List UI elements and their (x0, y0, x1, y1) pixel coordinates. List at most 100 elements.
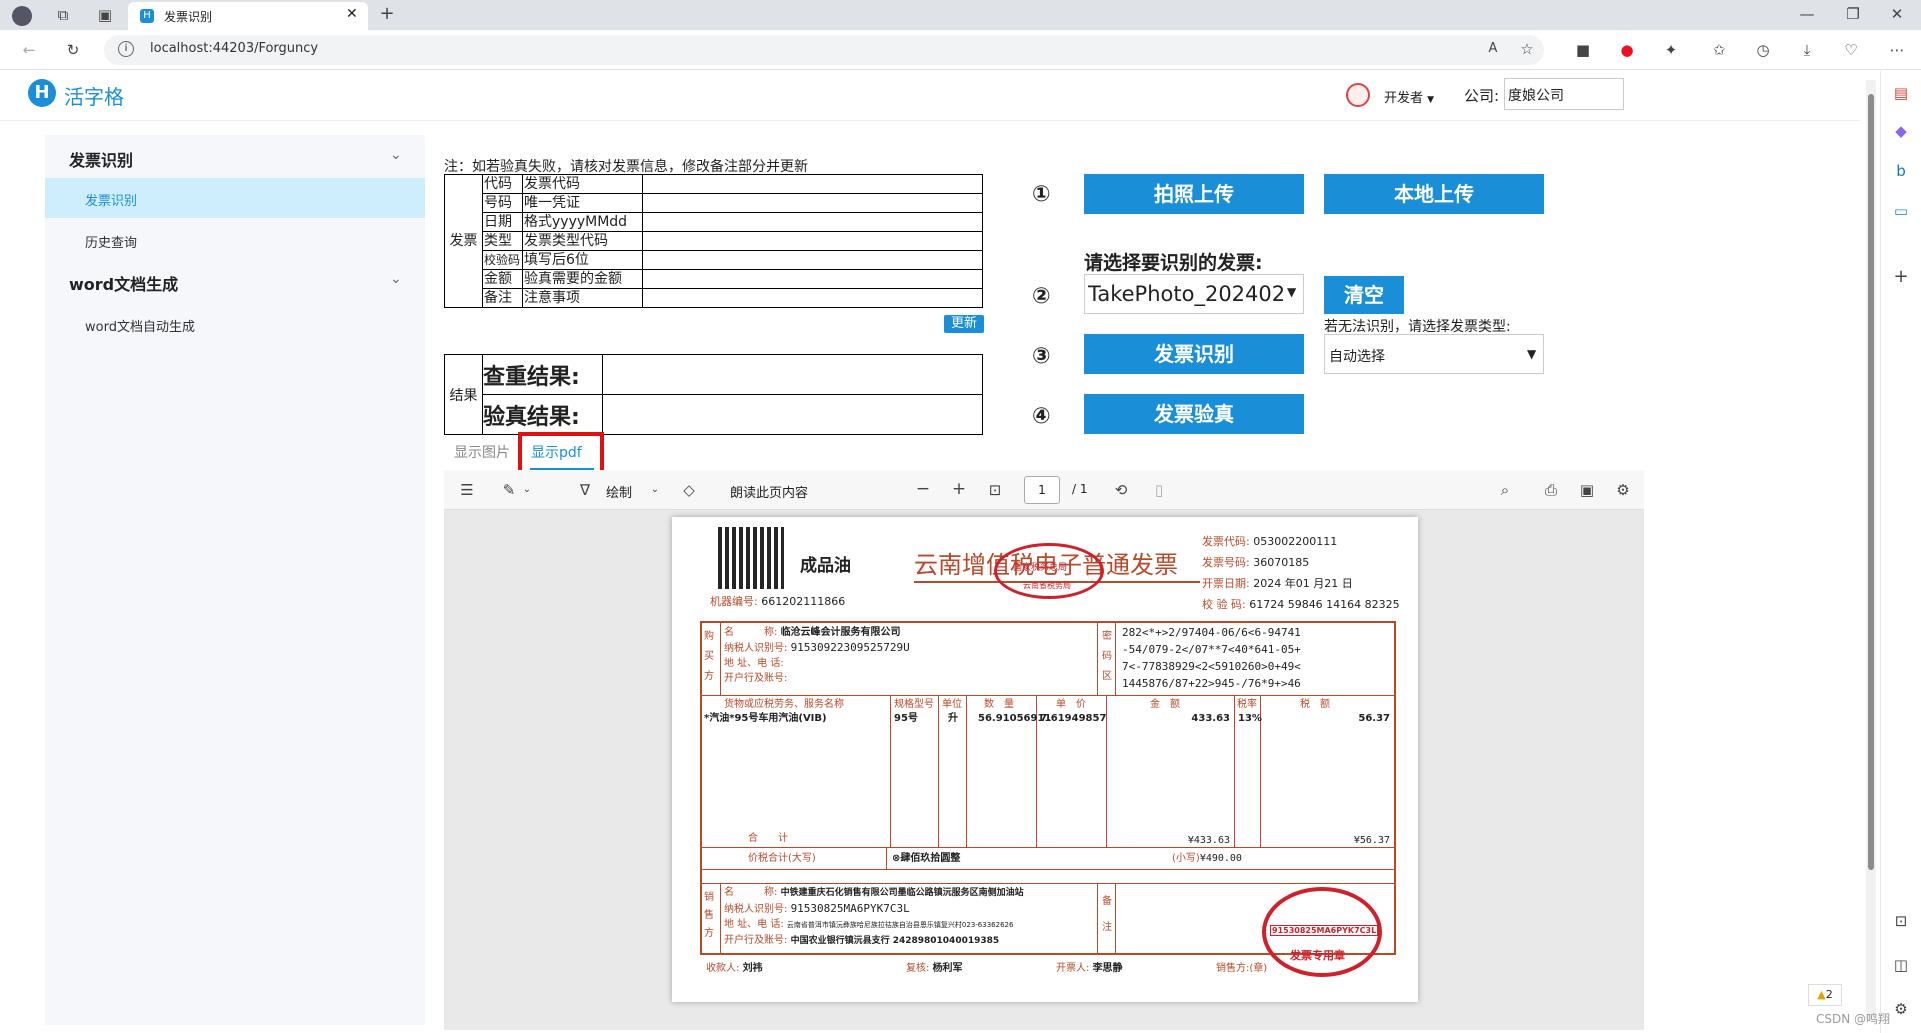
stamp-bottom-text: 云南省税务局 (1023, 581, 1071, 590)
profile-avatar[interactable] (12, 6, 32, 26)
page-number-input[interactable]: 1 (1024, 476, 1060, 504)
seller-tax-row: 纳税人识别号: 91530825MA6PYK7C3L (724, 901, 1024, 917)
history-icon[interactable]: ◷ (1752, 40, 1774, 60)
local-upload-button[interactable]: 本地上传 (1324, 174, 1544, 214)
buyer-tax: 91530922309525729U (790, 641, 910, 654)
bing-icon[interactable]: b (1890, 161, 1912, 181)
page-scrollbar[interactable] (1866, 80, 1876, 1020)
total-small: ¥490.00 (1199, 853, 1242, 864)
tab-show-pdf[interactable]: 显示pdf (531, 442, 582, 462)
user-menu[interactable]: 开发者 ▼ (1384, 87, 1434, 106)
window-close-icon[interactable]: ✕ (1886, 4, 1908, 24)
scrollbar-thumb[interactable] (1868, 94, 1874, 870)
screenshot-icon[interactable]: ⊡ (1890, 911, 1912, 931)
refresh-icon[interactable]: ↻ (62, 40, 84, 60)
zoom-out-icon[interactable]: − (912, 479, 934, 499)
url-field[interactable]: i localhost:44203/Forguncy A ☆ (104, 35, 1544, 65)
verify-button[interactable]: 发票验真 (1084, 394, 1304, 434)
buyer-side-label: 购买方 (704, 631, 714, 682)
recognize-button[interactable]: 发票识别 (1084, 334, 1304, 374)
nav-group-word[interactable]: word文档生成 (69, 271, 178, 295)
tab-close-icon[interactable]: ✕ (346, 6, 358, 22)
page-view-icon[interactable]: ▯ (1148, 480, 1170, 500)
invoice-file-select[interactable]: TakePhoto_2024020 ▼ (1084, 274, 1304, 314)
clear-button[interactable]: 清空 (1324, 276, 1404, 314)
tab-title: 发票识别 (164, 10, 213, 24)
nav-sidebar: 发票识别 ⌄ 发票识别 历史查询 word文档生成 ⌄ word文档自动生成 (45, 135, 425, 1025)
field-date-input[interactable] (642, 212, 983, 232)
tools-icon[interactable]: ▤ (1890, 83, 1912, 103)
nav-group-invoice[interactable]: 发票识别 (69, 147, 133, 171)
chevron-down-icon[interactable]: ⌄ (516, 480, 538, 500)
site-info-icon[interactable]: i (118, 41, 134, 57)
invoice-type-select[interactable]: 自动选择 ▼ (1324, 334, 1544, 374)
field-number-input[interactable] (642, 193, 983, 213)
chevron-down-icon[interactable]: ⌄ (390, 147, 402, 163)
pdf-settings-icon[interactable]: ⚙ (1612, 480, 1634, 500)
contents-list-icon[interactable]: ☰ (456, 480, 478, 500)
favorite-star-icon[interactable]: ☆ (1516, 39, 1538, 59)
restore-icon[interactable]: ❐ (1842, 4, 1864, 24)
save-icon[interactable]: ▣ (1576, 480, 1598, 500)
chevron-down-icon[interactable]: ⌄ (390, 271, 402, 287)
zoom-in-icon[interactable]: + (948, 479, 970, 499)
copilot-icon[interactable]: ◆ (1890, 121, 1912, 141)
extension-adblock-icon[interactable]: ● (1616, 40, 1638, 60)
company-field[interactable]: 度娘公司 (1504, 78, 1624, 110)
nav-item-invoice-recognition[interactable]: 发票识别 (45, 178, 425, 218)
type-selected-text: 自动选择 (1329, 349, 1385, 365)
url-text: localhost:44203/Forguncy (150, 41, 319, 56)
fit-page-icon[interactable]: ⊡ (984, 480, 1006, 500)
favorites-icon[interactable]: ✩ (1708, 40, 1730, 60)
field-remark-input[interactable] (642, 288, 983, 308)
extension-game-icon[interactable]: ■ (1572, 40, 1594, 60)
new-tab-icon[interactable]: + (376, 4, 398, 24)
cipher-side-label: 密码区 (1102, 631, 1112, 682)
nav-item-label: 发票识别 (85, 194, 138, 209)
tab-actions-icon[interactable]: ▣ (94, 5, 116, 25)
browser-tab-active[interactable]: H 发票识别 ✕ (128, 2, 368, 30)
workspaces-icon[interactable]: ⧉ (52, 5, 74, 25)
field-type-input[interactable] (642, 231, 983, 251)
field-check-input[interactable] (642, 250, 983, 270)
chevron-down-icon[interactable]: ⌄ (644, 480, 666, 500)
bilibili-icon[interactable]: ▭ (1890, 201, 1912, 221)
back-icon[interactable]: ← (18, 40, 40, 60)
rotate-icon[interactable]: ⟲ (1110, 480, 1132, 500)
dup-label: 查重结果: (482, 354, 603, 395)
eraser-icon[interactable]: ◇ (678, 480, 700, 500)
extensions-icon[interactable]: ✦ (1660, 40, 1682, 60)
selected-file-text: TakePhoto_2024020 (1088, 282, 1284, 306)
divider (720, 883, 721, 955)
logo-text: 活字格 (64, 85, 124, 109)
warning-badge[interactable]: ▲2 (1808, 984, 1842, 1006)
divider (966, 695, 967, 847)
divider (1106, 695, 1107, 847)
nav-item-history[interactable]: 历史查询 (85, 232, 137, 251)
search-icon[interactable]: ⌕ (1494, 480, 1516, 500)
verify-label: 验真结果: (482, 394, 603, 435)
read-aloud-icon[interactable]: A (1482, 39, 1504, 59)
draw-label[interactable]: 绘制 (606, 482, 632, 501)
settings-gear-icon[interactable]: ⚙ (1890, 999, 1912, 1019)
warning-icon: ▲ (1817, 988, 1826, 1001)
tab-show-image[interactable]: 显示图片 (454, 442, 510, 462)
add-sidebar-icon[interactable]: + (1890, 267, 1912, 287)
minimize-icon[interactable]: — (1796, 4, 1818, 24)
photo-upload-button[interactable]: 拍照上传 (1084, 174, 1304, 214)
browser-essentials-icon[interactable]: ♡ (1840, 40, 1862, 60)
user-label: 开发者 (1384, 91, 1424, 106)
read-aloud-label[interactable]: 朗读此页内容 (730, 482, 808, 501)
invoice-product: 成品油 (800, 556, 851, 576)
nav-item-word-auto[interactable]: word文档自动生成 (85, 316, 195, 335)
field-code-input[interactable] (642, 174, 983, 194)
field-amount-input[interactable] (642, 269, 983, 289)
download-icon[interactable]: ⤓ (1796, 40, 1818, 60)
more-menu-icon[interactable]: ⋯ (1886, 40, 1908, 60)
update-button[interactable]: 更新 (944, 315, 984, 333)
print-icon[interactable]: ⎙ (1540, 480, 1562, 500)
draw-icon[interactable]: ∇ (574, 480, 596, 500)
sidebar-toggle-icon[interactable]: ◫ (1890, 955, 1912, 975)
user-avatar[interactable] (1346, 83, 1370, 107)
result-table: 结果 查重结果: 验真结果: (444, 354, 983, 435)
